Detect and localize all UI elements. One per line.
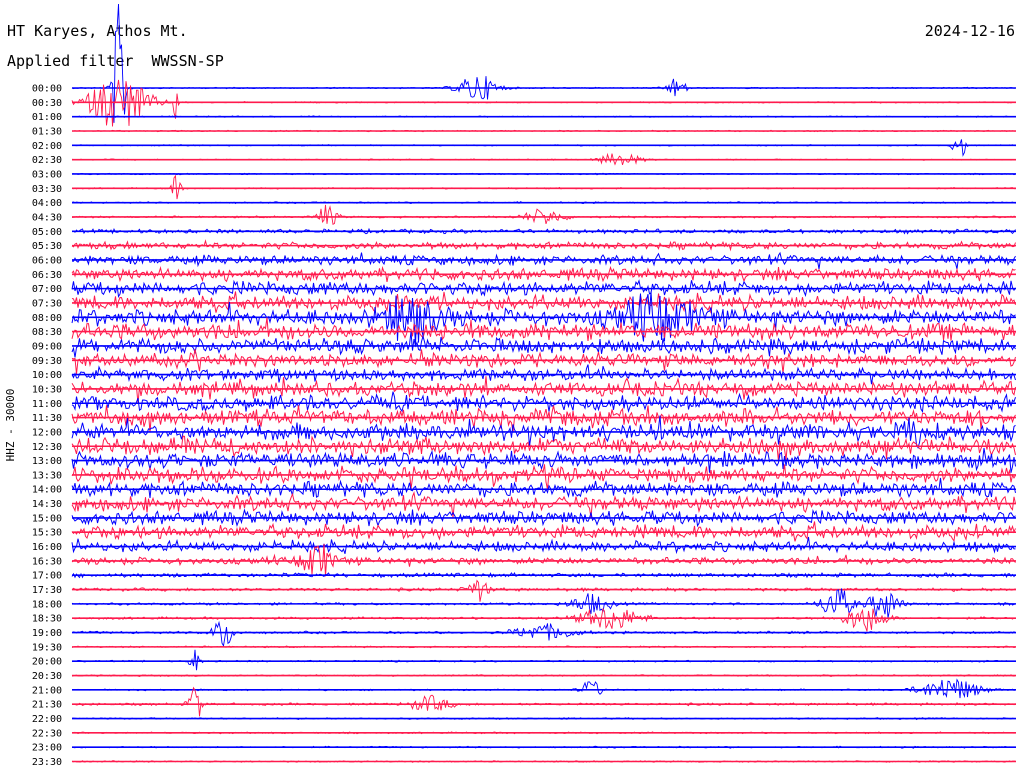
trace-row: [71, 204, 1016, 225]
row-time-label: 12:30: [32, 442, 62, 453]
row-time-label: 03:00: [32, 169, 62, 180]
row-time-label: 19:00: [32, 628, 62, 639]
seismic-traces: [71, 3, 1016, 763]
row-time-label: 23:00: [32, 743, 62, 754]
trace-row: [71, 686, 1016, 717]
row-time-label: 11:30: [32, 413, 62, 424]
row-time-label: 13:00: [32, 456, 62, 467]
row-time-label: 08:00: [32, 313, 62, 324]
row-time-label: 18:00: [32, 599, 62, 610]
trace-row: [71, 331, 1016, 358]
row-time-label: 06:30: [32, 270, 62, 281]
row-time-label: 01:00: [32, 112, 62, 123]
date-label: 2024-12-16: [925, 22, 1015, 40]
trace-row: [71, 391, 1016, 414]
row-time-label: 08:30: [32, 327, 62, 338]
trace-row: [71, 678, 1016, 699]
row-time-label: 17:30: [32, 585, 62, 596]
row-time-label: 15:00: [32, 513, 62, 524]
row-time-label: 09:30: [32, 356, 62, 367]
trace-row: [71, 139, 1016, 157]
trace-row: [71, 174, 1016, 200]
row-time-label: 18:30: [32, 614, 62, 625]
row-time-label: 03:30: [32, 184, 62, 195]
row-time-label: 05:30: [32, 241, 62, 252]
row-time-label: 22:30: [32, 728, 62, 739]
row-time-label: 04:00: [32, 198, 62, 209]
row-time-label: 17:00: [32, 571, 62, 582]
row-time-label: 14:00: [32, 485, 62, 496]
row-time-label: 13:30: [32, 470, 62, 481]
row-time-label: 07:30: [32, 298, 62, 309]
row-time-label: 21:00: [32, 685, 62, 696]
row-time-label: 16:30: [32, 556, 62, 567]
row-time-label: 23:30: [32, 757, 62, 768]
row-time-label: 02:00: [32, 141, 62, 152]
trace-row: [71, 477, 1016, 499]
trace-row: [71, 490, 1016, 518]
row-time-label: 00:30: [32, 98, 62, 109]
row-time-label: 00:00: [32, 84, 62, 95]
trace-row: [71, 251, 1016, 270]
row-time-label: 01:30: [32, 126, 62, 137]
row-time-label: 15:30: [32, 528, 62, 539]
channel-axis-label: HHZ - 30000: [4, 389, 17, 462]
row-time-label: 12:00: [32, 427, 62, 438]
row-time-label: 05:00: [32, 227, 62, 238]
trace-row: [71, 579, 1016, 602]
time-row-labels: 00:00 00:30 01:00 01:30 02:00 02:30 03:00 03:30…: [32, 84, 62, 769]
trace-row: [71, 79, 1016, 127]
station-title: HT Karyes, Athos Mt.: [7, 22, 188, 40]
row-time-label: 10:00: [32, 370, 62, 381]
row-time-label: 20:00: [32, 657, 62, 668]
trace-row: [71, 649, 1016, 671]
helicorder-chart: HT Karyes, Athos Mt. 2024-12-16 Applied …: [4, 3, 1016, 769]
row-time-label: 22:00: [32, 714, 62, 725]
row-time-label: 09:00: [32, 341, 62, 352]
row-time-label: 04:30: [32, 212, 62, 223]
row-time-label: 10:30: [32, 384, 62, 395]
trace-row: [71, 620, 1016, 648]
row-time-label: 11:00: [32, 399, 62, 410]
row-time-label: 20:30: [32, 671, 62, 682]
row-time-label: 07:00: [32, 284, 62, 295]
trace-row: [71, 317, 1016, 341]
row-time-label: 21:30: [32, 700, 62, 711]
row-time-label: 19:30: [32, 642, 62, 653]
row-time-label: 02:30: [32, 155, 62, 166]
trace-row: [71, 405, 1016, 433]
row-time-label: 14:30: [32, 499, 62, 510]
trace-row: [71, 536, 1016, 555]
row-time-label: 16:00: [32, 542, 62, 553]
trace-row: [71, 349, 1016, 375]
row-time-label: 06:00: [32, 255, 62, 266]
